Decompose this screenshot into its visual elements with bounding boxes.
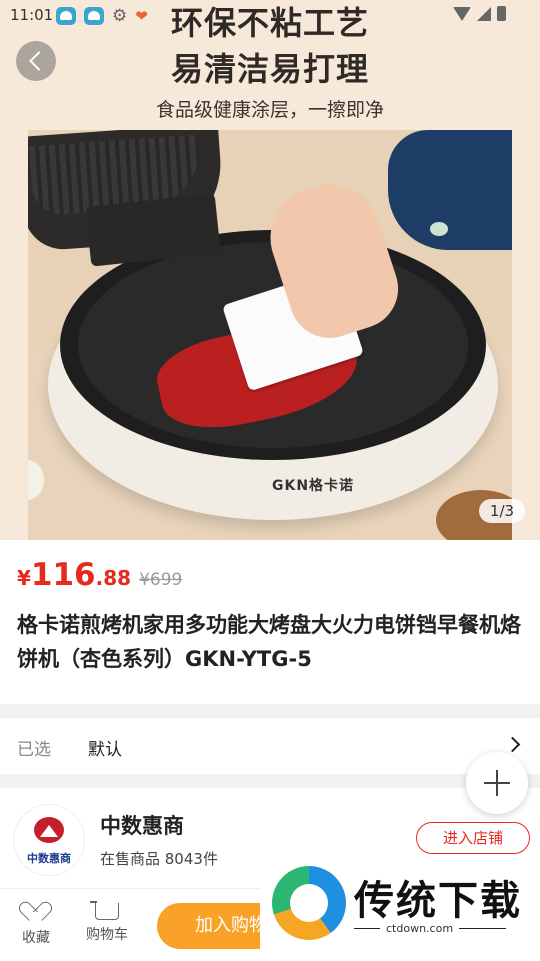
- hero-subline: 食品级健康涂层，一擦即净: [155, 99, 384, 121]
- app-notification-icon: [84, 7, 104, 25]
- product-image-carousel[interactable]: 环保不粘工艺 易清洁易打理 食品级健康涂层，一擦即净 GKN格卡诺 1/3: [0, 0, 540, 540]
- add-floating-button[interactable]: [466, 752, 528, 814]
- settings-gear-icon: ⚙: [112, 6, 128, 26]
- cart-button[interactable]: 购物车: [82, 901, 132, 944]
- selection-label: 已选: [17, 740, 51, 760]
- wifi-icon: [453, 6, 471, 21]
- product-price: ¥ 116 .88 ¥699: [17, 557, 183, 593]
- selection-value: 默认: [88, 740, 122, 760]
- watermark-title: 传统下载: [354, 878, 522, 924]
- watermark-url: ctdown.com: [380, 922, 460, 935]
- product-info-card: ¥ 116 .88 ¥699 格卡诺煎烤机家用多功能大烤盘大火力电饼铛早餐机烙饼…: [0, 540, 540, 704]
- product-brand-logo: GKN格卡诺: [272, 478, 355, 494]
- chevron-right-icon: [504, 736, 521, 753]
- image-page-indicator: 1/3: [479, 499, 525, 523]
- store-logo[interactable]: 中数惠商: [13, 804, 85, 876]
- store-name: 中数惠商: [100, 814, 184, 838]
- enter-store-button[interactable]: 进入店铺: [416, 822, 530, 854]
- heart-icon: [25, 903, 47, 923]
- spec-selection-row[interactable]: 已选 默认: [0, 718, 540, 774]
- original-price: ¥699: [139, 570, 183, 590]
- product-title: 格卡诺煎烤机家用多功能大烤盘大火力电饼铛早餐机烙饼机（杏色系列）GKN-YTG-…: [17, 613, 521, 671]
- product-photo: GKN格卡诺: [28, 130, 512, 540]
- status-time: 11:01: [10, 6, 54, 24]
- signal-icon: [477, 6, 491, 21]
- battery-icon: [497, 6, 506, 21]
- heart-app-icon: ❤: [135, 7, 148, 25]
- status-bar: 11:01 ⚙ ❤: [0, 0, 540, 32]
- cart-icon: [90, 901, 119, 920]
- watermark-logo: [272, 866, 346, 940]
- egg-image: [28, 460, 44, 500]
- site-watermark: 传统下载 ctdown.com: [260, 856, 540, 960]
- store-items-count: 在售商品 8043件: [100, 850, 218, 868]
- back-button[interactable]: [16, 41, 56, 81]
- chevron-left-icon: [29, 51, 49, 71]
- favorite-button[interactable]: 收藏: [16, 903, 56, 947]
- app-notification-icon: [56, 7, 76, 25]
